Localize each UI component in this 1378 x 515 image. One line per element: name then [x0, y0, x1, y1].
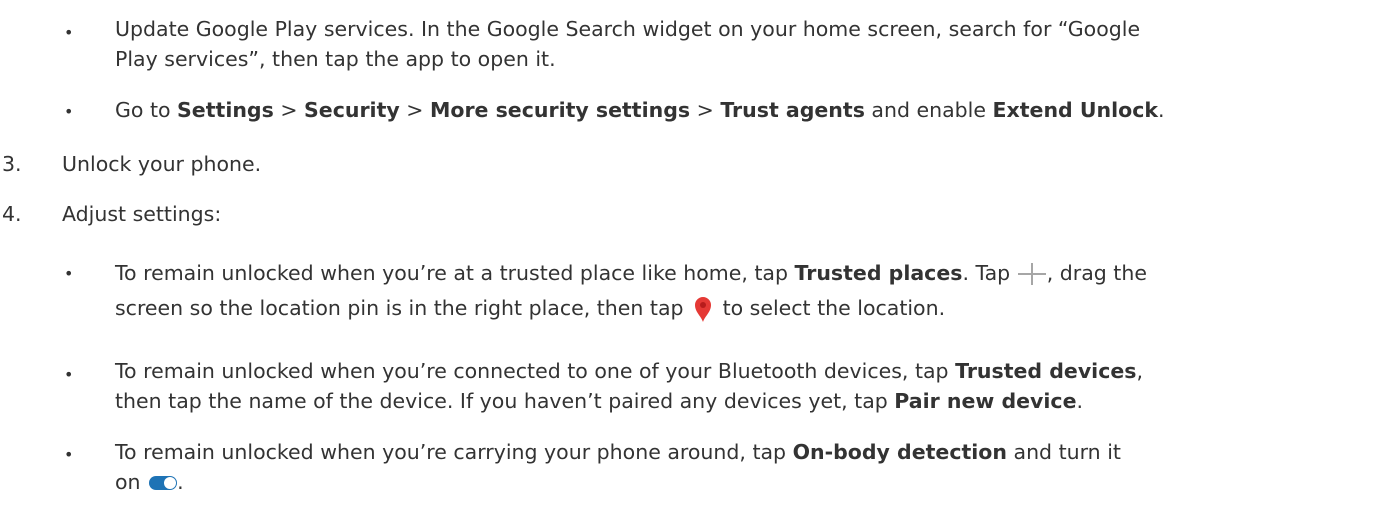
text-segment: Go to	[115, 98, 178, 122]
menu-settings: Settings	[177, 98, 274, 122]
menu-more-security-settings: More security settings	[429, 98, 691, 122]
text-line: Update Google Play services. In the Goog…	[115, 17, 1141, 41]
text-segment: .	[1158, 98, 1165, 122]
path-separator: >	[273, 98, 305, 122]
text-segment: , drag the	[1046, 261, 1147, 285]
text-segment: on	[115, 470, 148, 494]
option-on-body-detection: On-body detection	[792, 440, 1007, 464]
path-separator: >	[690, 98, 721, 122]
path-separator: >	[399, 98, 430, 122]
text-line: then tap the name of the device. If you …	[115, 386, 1365, 416]
step-text: Adjust settings:	[62, 202, 222, 226]
option-trusted-places: Trusted places	[794, 261, 963, 285]
text-segment: screen so the location pin is in the rig…	[115, 296, 691, 320]
step-text: Unlock your phone.	[62, 152, 262, 176]
text-segment: to select the location.	[716, 296, 946, 320]
text-line: on .	[115, 467, 1365, 497]
text-line: To remain unlocked when you’re at a trus…	[115, 256, 1365, 291]
list-item-text: Update Google Play services. In the Goog…	[115, 14, 1365, 74]
text-segment: To remain unlocked when you’re carrying …	[115, 440, 793, 464]
bullet-marker: •	[64, 264, 74, 283]
text-line: Play services”, then tap the app to open…	[115, 47, 556, 71]
text-segment: .	[1076, 389, 1084, 413]
bullet-marker: •	[64, 102, 74, 121]
text-segment: then tap the name of the device. If you …	[115, 389, 895, 413]
bullet-marker: •	[64, 365, 74, 384]
option-pair-new-device: Pair new device	[894, 389, 1077, 413]
text-segment: ,	[1136, 359, 1144, 383]
option-trusted-devices: Trusted devices	[955, 359, 1137, 383]
step-number: 3.	[2, 152, 22, 176]
option-extend-unlock: Extend Unlock	[992, 98, 1158, 122]
step-number: 4.	[2, 202, 22, 226]
text-segment: and enable	[864, 98, 993, 122]
text-segment: To remain unlocked when you’re at a trus…	[115, 261, 795, 285]
list-item-text: To remain unlocked when you’re carrying …	[115, 437, 1365, 497]
text-line: To remain unlocked when you’re connected…	[115, 356, 1365, 386]
list-item-text: To remain unlocked when you’re at a trus…	[115, 256, 1365, 326]
text-segment: To remain unlocked when you’re connected…	[115, 359, 956, 383]
menu-trust-agents: Trust agents	[720, 98, 865, 122]
text-segment: and turn it	[1006, 440, 1121, 464]
menu-security: Security	[304, 98, 400, 122]
text-segment: . Tap	[962, 261, 1017, 285]
text-line: To remain unlocked when you’re carrying …	[115, 437, 1365, 467]
list-item-text: Go to Settings > Security > More securit…	[115, 95, 1365, 125]
toggle-on-icon	[149, 476, 178, 490]
bullet-marker: •	[64, 23, 74, 42]
plus-icon	[1017, 263, 1047, 285]
bullet-marker: •	[64, 445, 74, 464]
list-item-text: To remain unlocked when you’re connected…	[115, 356, 1365, 416]
location-pin-icon	[692, 295, 714, 323]
text-line: screen so the location pin is in the rig…	[115, 291, 1365, 326]
text-segment: .	[177, 470, 184, 494]
